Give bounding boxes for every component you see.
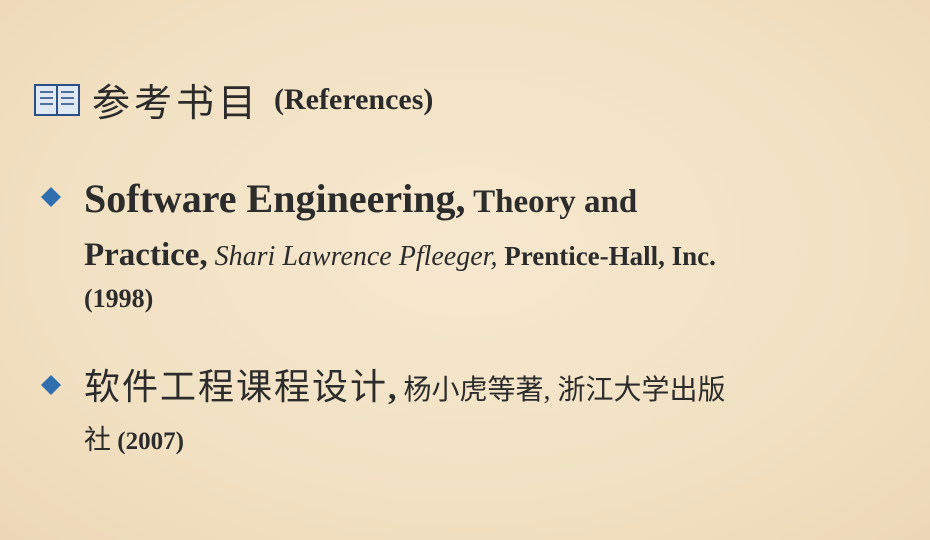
reference-author-publisher: 杨小虎等著, 浙江大学出版: [396, 375, 726, 406]
diamond-bullet-icon: [41, 187, 61, 207]
reference-separator: ,: [388, 370, 397, 407]
heading-chinese: 参考书目: [92, 83, 261, 125]
reference-author: Shari Lawrence Pfleeger,: [207, 241, 498, 272]
reference-item: 软件工程课程设计, 杨小虎等著, 浙江大学出版 社 (2007): [40, 362, 900, 465]
reference-publisher-end: 社: [84, 425, 111, 455]
reference-publisher: Prentice-Hall, Inc.: [497, 241, 716, 271]
diamond-bullet-icon: [41, 375, 61, 395]
heading-english: (References): [274, 82, 434, 116]
reference-year: (1998): [84, 284, 154, 313]
book-icon: [34, 83, 80, 116]
reference-title-end: Practice,: [84, 237, 208, 273]
reference-title-cont: Theory and: [465, 184, 638, 220]
reference-year: (2007): [111, 428, 184, 455]
reference-title: Software Engineering,: [84, 176, 466, 221]
reference-text: 软件工程课程设计, 杨小虎等著, 浙江大学出版 社 (2007): [84, 362, 900, 465]
slide: 参考书目 (References) Software Engineering, …: [0, 0, 930, 540]
reference-title: 软件工程课程设计: [84, 367, 389, 407]
slide-heading: 参考书目 (References): [34, 72, 433, 127]
reference-text: Software Engineering, Theory and Practic…: [84, 174, 900, 319]
reference-item: Software Engineering, Theory and Practic…: [40, 174, 900, 319]
